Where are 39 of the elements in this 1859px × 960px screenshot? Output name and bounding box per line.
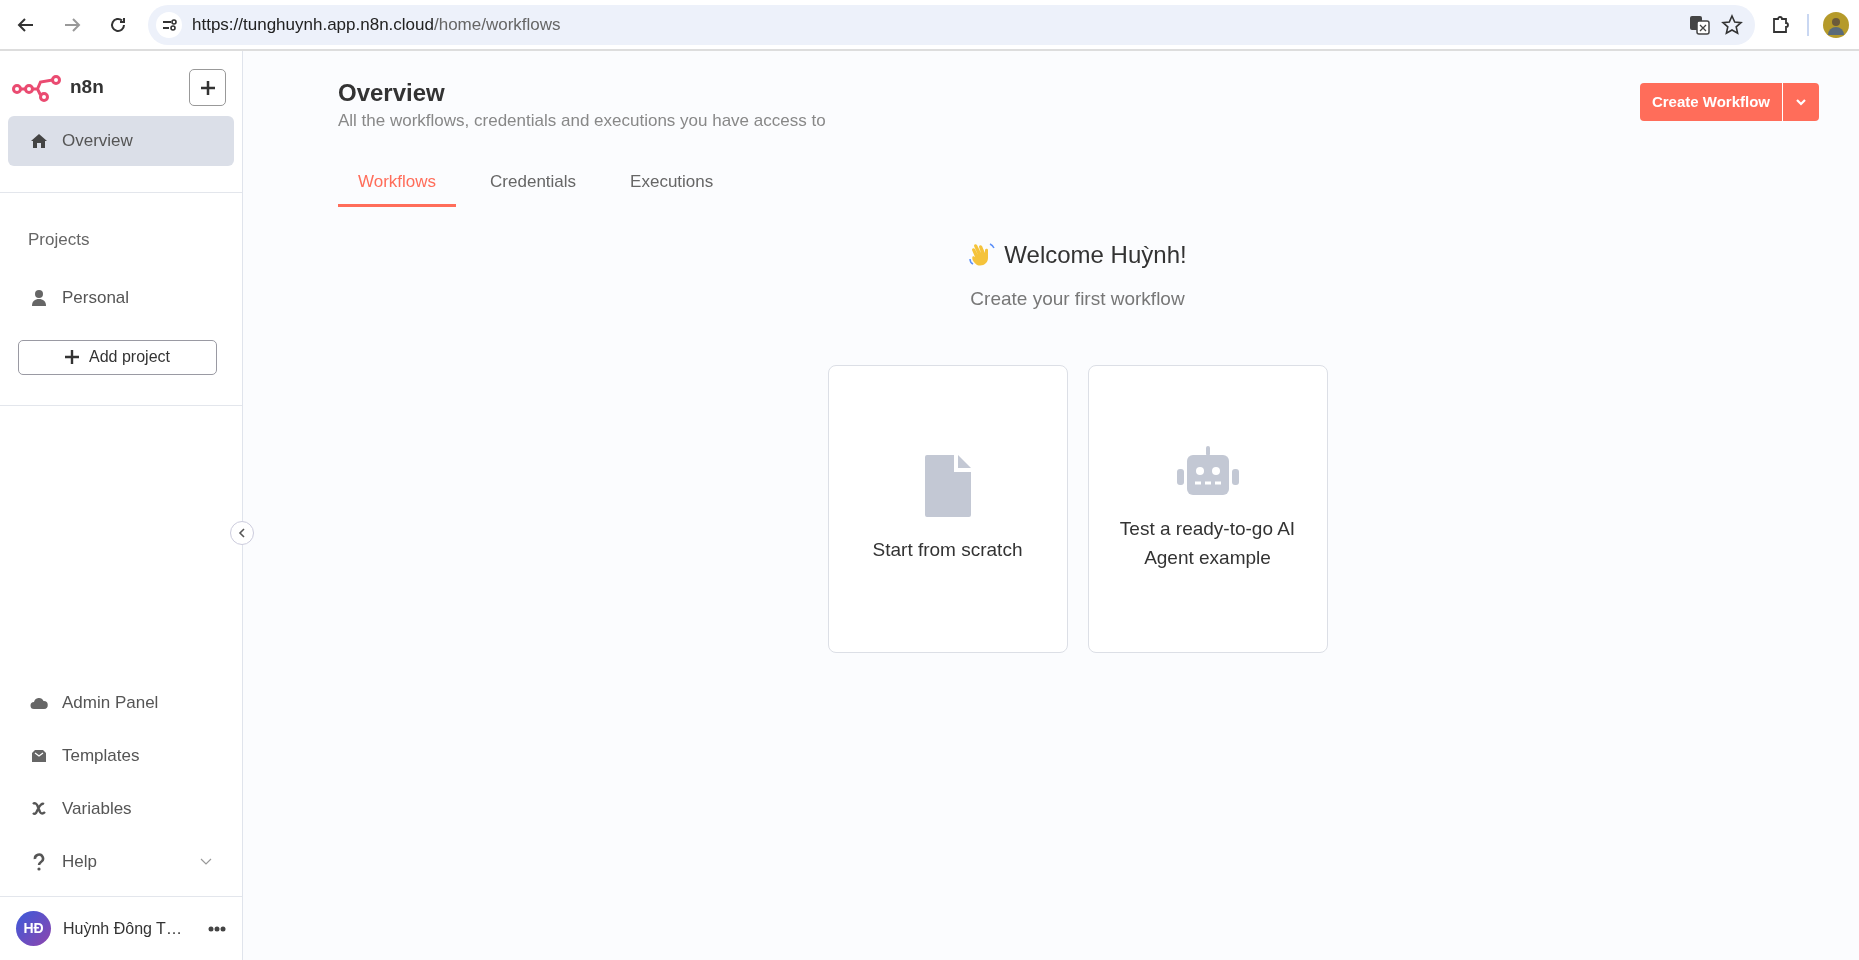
star-icon[interactable] [1721,13,1743,36]
logo-text: n8n [70,75,104,100]
dropdown-button[interactable] [1782,83,1819,121]
profile-avatar-icon[interactable] [1823,11,1849,38]
robot-icon [1176,445,1239,496]
welcome-heading: Welcome Huỳnh! [1004,239,1187,270]
document-icon [924,454,971,517]
home-icon [30,132,48,150]
plus-icon [199,79,216,96]
more-icon[interactable] [207,925,226,932]
welcome-subtitle: Create your first workflow [969,286,1186,311]
template-card[interactable]: Start from scratch [827,365,1068,654]
tab[interactable]: Executions [610,161,734,207]
logo-icon [12,73,62,102]
nav-item[interactable]: Variables [8,782,234,835]
template-card[interactable]: Test a ready-to-go AI Agent example [1087,365,1328,654]
chevron-left-icon [237,528,247,538]
variable-icon [30,799,48,818]
page-subtitle: All the workflows, credentials and executions you have access to [338,109,826,132]
nav-item[interactable]: Overview [8,116,234,166]
page-title: Overview [338,79,446,108]
nav-item[interactable]: Admin Panel [8,676,234,729]
url-text: https://tunghuynh.app.n8n.cloud/home/workflows [192,13,562,36]
nav-item[interactable]: Personal [8,272,234,323]
tab[interactable]: Credentials [470,161,597,207]
nav-item[interactable]: Help [8,835,234,888]
person-icon [30,288,48,307]
address-bar[interactable]: https://tunghuynh.app.n8n.cloud/home/workflows [148,4,1755,45]
nav-item[interactable]: Templates [8,729,234,782]
user-name: Huỳnh Đông T… [63,918,182,939]
caret-icon [1795,98,1807,106]
site-settings-icon[interactable] [156,11,182,38]
user-avatar[interactable]: HĐ [16,911,51,946]
translate-icon[interactable] [1689,13,1711,36]
collapse-button[interactable] [230,521,254,545]
add-button[interactable] [189,69,226,106]
add-project-button[interactable]: Add project [18,339,217,375]
section-heading: Projects [27,229,91,251]
plus-icon [65,350,80,364]
